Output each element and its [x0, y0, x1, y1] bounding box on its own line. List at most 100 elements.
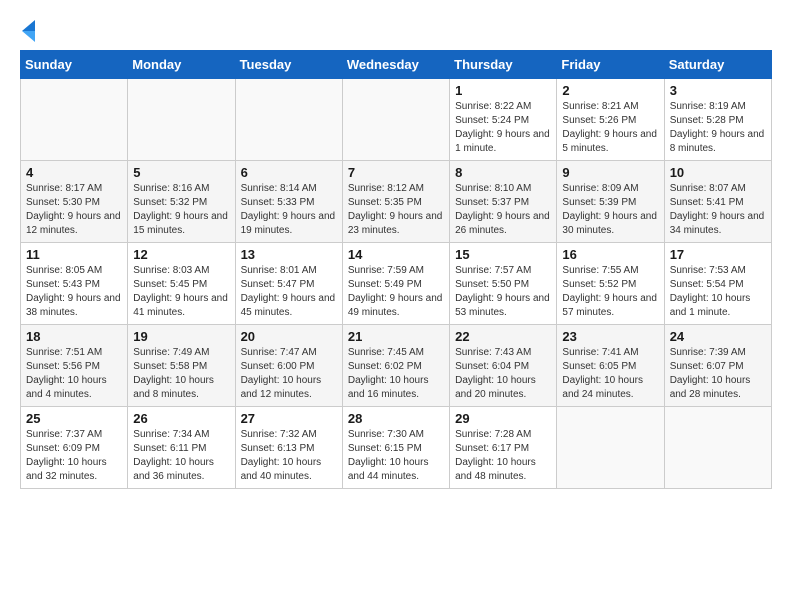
day-cell: 3Sunrise: 8:19 AM Sunset: 5:28 PM Daylig…: [664, 79, 771, 161]
week-row-2: 4 Sunrise: 8:17 AM Sunset: 5:30 PM Daylig…: [21, 161, 772, 243]
day-cell: 20 Sunrise: 7:47 AM Sunset: 6:00 PM Dayli…: [235, 325, 342, 407]
day-info: Sunrise: 7:43 AM Sunset: 6:04 PM Dayligh…: [455, 346, 551, 402]
day-info: Sunrise: 8:09 AM Sunset: 5:39 PM Dayligh…: [562, 182, 658, 238]
day-info: Sunrise: 7:28 AM Sunset: 6:17 PM Dayligh…: [455, 428, 551, 484]
day-number: 12: [133, 247, 229, 262]
day-number: 21: [348, 329, 444, 344]
day-cell: 10 Sunrise: 8:07 AM Sunset: 5:41 PM Dayli…: [664, 161, 771, 243]
week-row-5: 25 Sunrise: 7:37 AM Sunset: 6:09 PM Dayli…: [21, 407, 772, 489]
day-cell: 18Sunrise: 7:51 AM Sunset: 5:56 PM Dayli…: [21, 325, 128, 407]
day-cell: 8Sunrise: 8:10 AM Sunset: 5:37 PM Daylig…: [450, 161, 557, 243]
day-cell: [557, 407, 664, 489]
day-cell: 19 Sunrise: 7:49 AM Sunset: 5:58 PM Dayli…: [128, 325, 235, 407]
day-info: Sunrise: 8:05 AM Sunset: 5:43 PM Dayligh…: [26, 264, 122, 320]
day-info: Sunrise: 7:55 AM Sunset: 5:52 PM Dayligh…: [562, 264, 658, 320]
day-cell: 26Sunrise: 7:34 AM Sunset: 6:11 PM Dayli…: [128, 407, 235, 489]
week-row-1: 1 Sunrise: 8:22 AM Sunset: 5:24 PM Daylig…: [21, 79, 772, 161]
day-info: Sunrise: 8:14 AM Sunset: 5:33 PM Dayligh…: [241, 182, 337, 238]
day-info: Sunrise: 8:07 AM Sunset: 5:41 PM Dayligh…: [670, 182, 766, 238]
day-info: Sunrise: 7:53 AM Sunset: 5:54 PM Dayligh…: [670, 264, 766, 320]
day-info: Sunrise: 8:03 AM Sunset: 5:45 PM Dayligh…: [133, 264, 229, 320]
day-number: 1: [455, 83, 551, 98]
day-cell: 23 Sunrise: 7:41 AM Sunset: 6:05 PM Dayli…: [557, 325, 664, 407]
day-number: 10: [670, 165, 766, 180]
day-number: 29: [455, 411, 551, 426]
day-info: Sunrise: 8:16 AM Sunset: 5:32 PM Dayligh…: [133, 182, 229, 238]
page: SundayMondayTuesdayWednesdayThursdayFrid…: [0, 0, 792, 505]
day-info: Sunrise: 8:01 AM Sunset: 5:47 PM Dayligh…: [241, 264, 337, 320]
col-header-thursday: Thursday: [450, 51, 557, 79]
col-header-monday: Monday: [128, 51, 235, 79]
day-cell: [235, 79, 342, 161]
day-number: 17: [670, 247, 766, 262]
col-header-tuesday: Tuesday: [235, 51, 342, 79]
day-cell: 29 Sunrise: 7:28 AM Sunset: 6:17 PM Dayli…: [450, 407, 557, 489]
day-info: Sunrise: 8:12 AM Sunset: 5:35 PM Dayligh…: [348, 182, 444, 238]
day-number: 8: [455, 165, 551, 180]
day-number: 19: [133, 329, 229, 344]
calendar-header-row: SundayMondayTuesdayWednesdayThursdayFrid…: [21, 51, 772, 79]
day-cell: 24Sunrise: 7:39 AM Sunset: 6:07 PM Dayli…: [664, 325, 771, 407]
day-number: 20: [241, 329, 337, 344]
day-info: Sunrise: 7:51 AM Sunset: 5:56 PM Dayligh…: [26, 346, 122, 402]
col-header-friday: Friday: [557, 51, 664, 79]
logo: [20, 20, 35, 42]
day-info: Sunrise: 8:19 AM Sunset: 5:28 PM Dayligh…: [670, 100, 766, 156]
week-row-3: 11 Sunrise: 8:05 AM Sunset: 5:43 PM Dayli…: [21, 243, 772, 325]
header: [20, 16, 772, 42]
calendar-table: SundayMondayTuesdayWednesdayThursdayFrid…: [20, 50, 772, 489]
day-info: Sunrise: 7:41 AM Sunset: 6:05 PM Dayligh…: [562, 346, 658, 402]
day-number: 16: [562, 247, 658, 262]
day-number: 25: [26, 411, 122, 426]
day-number: 5: [133, 165, 229, 180]
day-number: 22: [455, 329, 551, 344]
day-info: Sunrise: 7:57 AM Sunset: 5:50 PM Dayligh…: [455, 264, 551, 320]
day-cell: 5 Sunrise: 8:16 AM Sunset: 5:32 PM Daylig…: [128, 161, 235, 243]
day-info: Sunrise: 7:39 AM Sunset: 6:07 PM Dayligh…: [670, 346, 766, 402]
day-number: 23: [562, 329, 658, 344]
day-cell: 12 Sunrise: 8:03 AM Sunset: 5:45 PM Dayli…: [128, 243, 235, 325]
day-cell: 14 Sunrise: 7:59 AM Sunset: 5:49 PM Dayli…: [342, 243, 449, 325]
day-cell: 4 Sunrise: 8:17 AM Sunset: 5:30 PM Daylig…: [21, 161, 128, 243]
day-info: Sunrise: 8:17 AM Sunset: 5:30 PM Dayligh…: [26, 182, 122, 238]
day-info: Sunrise: 7:45 AM Sunset: 6:02 PM Dayligh…: [348, 346, 444, 402]
day-cell: [664, 407, 771, 489]
day-cell: 2Sunrise: 8:21 AM Sunset: 5:26 PM Daylig…: [557, 79, 664, 161]
day-info: Sunrise: 7:37 AM Sunset: 6:09 PM Dayligh…: [26, 428, 122, 484]
day-number: 15: [455, 247, 551, 262]
day-number: 4: [26, 165, 122, 180]
day-info: Sunrise: 7:30 AM Sunset: 6:15 PM Dayligh…: [348, 428, 444, 484]
week-row-4: 18Sunrise: 7:51 AM Sunset: 5:56 PM Dayli…: [21, 325, 772, 407]
day-number: 11: [26, 247, 122, 262]
day-info: Sunrise: 8:22 AM Sunset: 5:24 PM Dayligh…: [455, 100, 551, 156]
col-header-saturday: Saturday: [664, 51, 771, 79]
day-number: 14: [348, 247, 444, 262]
day-cell: 27 Sunrise: 7:32 AM Sunset: 6:13 PM Dayli…: [235, 407, 342, 489]
col-header-sunday: Sunday: [21, 51, 128, 79]
day-number: 9: [562, 165, 658, 180]
day-cell: 15 Sunrise: 7:57 AM Sunset: 5:50 PM Dayli…: [450, 243, 557, 325]
day-number: 2: [562, 83, 658, 98]
day-cell: 9 Sunrise: 8:09 AM Sunset: 5:39 PM Daylig…: [557, 161, 664, 243]
day-cell: 1 Sunrise: 8:22 AM Sunset: 5:24 PM Daylig…: [450, 79, 557, 161]
day-cell: 6 Sunrise: 8:14 AM Sunset: 5:33 PM Daylig…: [235, 161, 342, 243]
day-info: Sunrise: 7:34 AM Sunset: 6:11 PM Dayligh…: [133, 428, 229, 484]
day-cell: 11 Sunrise: 8:05 AM Sunset: 5:43 PM Dayli…: [21, 243, 128, 325]
day-info: Sunrise: 7:59 AM Sunset: 5:49 PM Dayligh…: [348, 264, 444, 320]
day-info: Sunrise: 7:47 AM Sunset: 6:00 PM Dayligh…: [241, 346, 337, 402]
day-cell: 16 Sunrise: 7:55 AM Sunset: 5:52 PM Dayli…: [557, 243, 664, 325]
day-number: 28: [348, 411, 444, 426]
day-info: Sunrise: 7:32 AM Sunset: 6:13 PM Dayligh…: [241, 428, 337, 484]
day-cell: 21 Sunrise: 7:45 AM Sunset: 6:02 PM Dayli…: [342, 325, 449, 407]
day-cell: [128, 79, 235, 161]
day-cell: 25 Sunrise: 7:37 AM Sunset: 6:09 PM Dayli…: [21, 407, 128, 489]
day-info: Sunrise: 7:49 AM Sunset: 5:58 PM Dayligh…: [133, 346, 229, 402]
day-cell: [21, 79, 128, 161]
day-number: 7: [348, 165, 444, 180]
day-cell: 28 Sunrise: 7:30 AM Sunset: 6:15 PM Dayli…: [342, 407, 449, 489]
day-number: 6: [241, 165, 337, 180]
day-cell: 7 Sunrise: 8:12 AM Sunset: 5:35 PM Daylig…: [342, 161, 449, 243]
day-number: 27: [241, 411, 337, 426]
col-header-wednesday: Wednesday: [342, 51, 449, 79]
day-cell: 17 Sunrise: 7:53 AM Sunset: 5:54 PM Dayli…: [664, 243, 771, 325]
